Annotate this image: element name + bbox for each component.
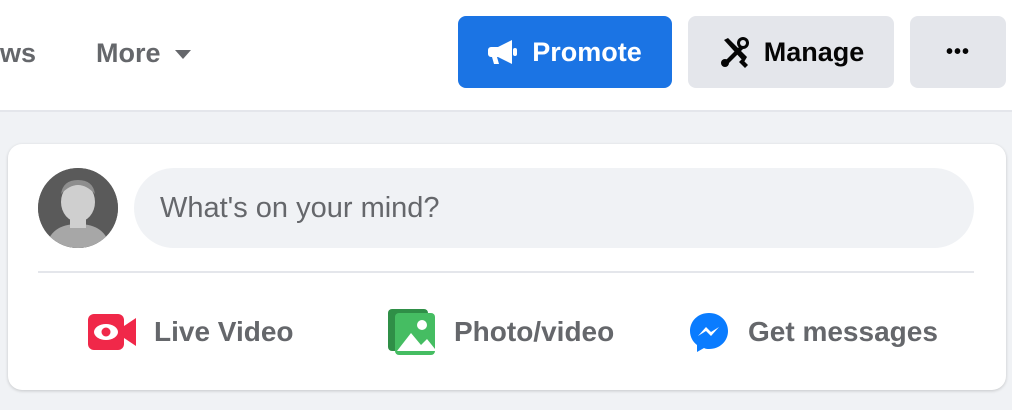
- manage-button[interactable]: Manage: [688, 16, 894, 88]
- promote-button[interactable]: Promote: [458, 16, 672, 88]
- tab-reviews-partial[interactable]: ws: [0, 38, 36, 69]
- get-messages-label: Get messages: [748, 316, 938, 347]
- more-options-label: •••: [945, 40, 970, 63]
- composer-placeholder: What's on your mind?: [160, 191, 440, 224]
- tab-more-label: More: [96, 38, 161, 68]
- whats-on-your-mind-input[interactable]: What's on your mind?: [134, 168, 974, 248]
- live-video-label: Live Video: [154, 316, 294, 347]
- photo-icon: [388, 309, 436, 355]
- tools-icon: [718, 35, 752, 69]
- more-options-button[interactable]: •••: [910, 16, 1006, 88]
- photo-video-button[interactable]: Photo/video: [388, 308, 614, 356]
- caret-down-icon: [174, 50, 191, 59]
- promote-label: Promote: [532, 36, 642, 67]
- live-video-icon: [88, 314, 136, 350]
- messenger-icon: [688, 311, 730, 353]
- post-composer: What's on your mind? Live Video Photo/vi…: [8, 144, 1006, 390]
- avatar[interactable]: [38, 168, 118, 248]
- megaphone-icon: [488, 38, 520, 66]
- composer-divider: [38, 271, 974, 273]
- get-messages-button[interactable]: Get messages: [688, 308, 938, 356]
- manage-label: Manage: [763, 36, 865, 67]
- tab-more[interactable]: More: [96, 38, 191, 69]
- live-video-button[interactable]: Live Video: [88, 308, 294, 356]
- photo-video-label: Photo/video: [454, 316, 615, 347]
- page-top-bar: ws More Promote Manage •••: [0, 0, 1012, 112]
